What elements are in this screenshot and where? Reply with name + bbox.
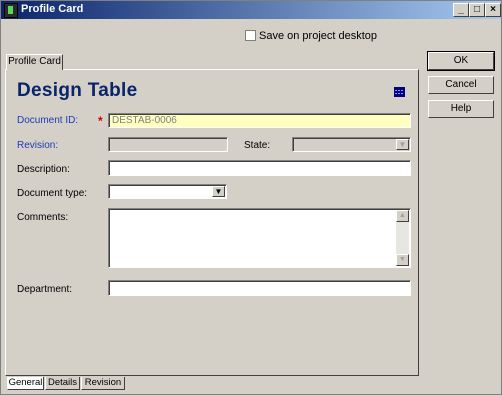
tab-general[interactable]: General [7,377,44,390]
save-desktop-checkbox[interactable] [245,30,256,41]
document-id-label: Document ID: [17,115,79,126]
app-icon [4,3,18,18]
state-select[interactable]: ▼ [292,137,411,152]
tab-profile-card[interactable]: Profile Card [6,54,63,70]
save-desktop-label[interactable]: Save on project desktop [259,30,377,42]
chevron-down-icon[interactable]: ▼ [212,186,225,197]
department-field[interactable] [108,280,411,296]
title-bar[interactable]: Profile Card _ □ × [1,1,501,19]
window-title: Profile Card [21,3,84,15]
chevron-down-icon[interactable]: ▼ [396,139,409,150]
profile-card-window: Profile Card _ □ × Save on project deskt… [0,0,502,395]
close-button[interactable]: × [485,3,501,17]
help-button[interactable]: Help [428,100,494,118]
comments-label: Comments: [17,212,69,223]
required-marker: * [98,114,103,128]
document-type-label: Document type: [17,188,88,199]
comments-scrollbar[interactable]: ▲ ▼ [396,210,409,266]
description-field[interactable] [108,160,411,176]
minimize-button[interactable]: _ [453,3,469,17]
maximize-button[interactable]: □ [469,3,485,17]
comments-textarea[interactable]: ▲ ▼ [108,208,411,268]
tab-details[interactable]: Details [45,377,80,390]
ok-button[interactable]: OK [427,51,495,71]
revision-label: Revision: [17,140,59,151]
document-id-field[interactable]: DESTAB-0006 [108,113,411,128]
document-type-select[interactable]: ▼ [108,184,227,199]
scroll-up-icon[interactable]: ▲ [396,210,409,222]
page-title: Design Table [17,80,138,101]
revision-field[interactable] [108,137,228,152]
department-label: Department: [17,284,73,295]
scroll-down-icon[interactable]: ▼ [396,254,409,266]
state-label: State: [244,140,271,151]
tab-revision[interactable]: Revision [81,377,125,390]
table-icon[interactable] [394,87,405,97]
cancel-button[interactable]: Cancel [428,76,494,94]
description-label: Description: [17,164,70,175]
